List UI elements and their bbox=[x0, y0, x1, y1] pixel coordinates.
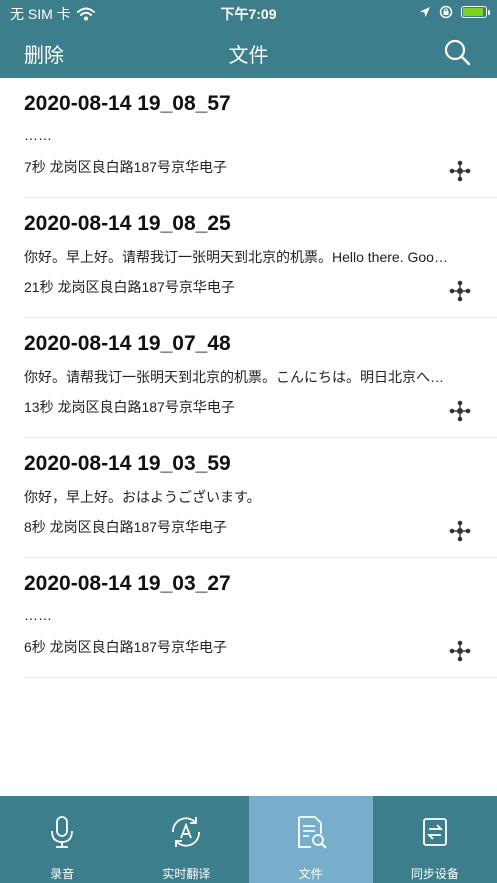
file-transcript: 你好。早上好。请帮我订一张明天到北京的机票。Hello there. Goo… bbox=[24, 249, 448, 265]
file-search-icon bbox=[297, 816, 327, 849]
tab-label: 文件 bbox=[298, 867, 323, 881]
file-title: 2020-08-14 19_03_59 bbox=[24, 452, 231, 475]
file-transcript: …… bbox=[24, 607, 52, 623]
status-right bbox=[419, 5, 490, 19]
file-transcript: …… bbox=[24, 127, 52, 143]
share-icon[interactable] bbox=[449, 160, 471, 182]
share-icon[interactable] bbox=[449, 400, 471, 422]
share-icon[interactable] bbox=[449, 280, 471, 302]
file-list-item[interactable]: 2020-08-14 19_08_57 …… 7秒 龙岗区良白路187号京华电子 bbox=[24, 78, 497, 198]
file-title: 2020-08-14 19_08_25 bbox=[24, 212, 231, 235]
file-meta: 21秒 龙岗区良白路187号京华电子 bbox=[24, 279, 235, 295]
file-transcript: 你好，早上好。おはようございます。 bbox=[24, 489, 261, 505]
file-list: 2020-08-14 19_08_57 …… 7秒 龙岗区良白路187号京华电子… bbox=[0, 78, 497, 678]
lock-rotation-icon bbox=[439, 5, 453, 19]
battery-icon bbox=[461, 6, 490, 18]
status-bar: 无 SIM 卡 下午7:09 bbox=[0, 0, 497, 26]
file-title: 2020-08-14 19_08_57 bbox=[24, 92, 231, 115]
tab-sync-device[interactable]: 同步设备 bbox=[373, 796, 497, 883]
file-list-item[interactable]: 2020-08-14 19_03_59 你好，早上好。おはようございます。 8秒… bbox=[24, 438, 497, 558]
tab-label: 同步设备 bbox=[410, 867, 459, 881]
tab-realtime-translate[interactable]: 实时翻译 bbox=[124, 796, 248, 883]
file-meta: 7秒 龙岗区良白路187号京华电子 bbox=[24, 159, 228, 175]
tab-files[interactable]: 文件 bbox=[248, 796, 373, 883]
location-arrow-icon bbox=[420, 7, 430, 17]
tab-bar: 录音 实时翻译 文件 同步设备 bbox=[0, 796, 497, 883]
tab-record[interactable]: 录音 bbox=[0, 796, 124, 883]
nav-bar: 删除 文件 bbox=[0, 26, 497, 78]
sync-device-icon bbox=[422, 818, 447, 846]
page-title: 文件 bbox=[228, 45, 269, 67]
share-icon[interactable] bbox=[449, 640, 471, 662]
microphone-icon bbox=[51, 816, 74, 848]
file-transcript: 你好。请帮我订一张明天到北京的机票。こんにちは。明日北京へ… bbox=[24, 369, 444, 385]
file-meta: 6秒 龙岗区良白路187号京华电子 bbox=[24, 639, 228, 655]
file-list-item[interactable]: 2020-08-14 19_08_25 你好。早上好。请帮我订一张明天到北京的机… bbox=[24, 198, 497, 318]
battery-level bbox=[463, 8, 483, 16]
tab-label: 实时翻译 bbox=[162, 867, 211, 881]
tab-label: 录音 bbox=[50, 867, 75, 881]
file-title: 2020-08-14 19_03_27 bbox=[24, 572, 231, 595]
file-title: 2020-08-14 19_07_48 bbox=[24, 332, 231, 355]
file-meta: 8秒 龙岗区良白路187号京华电子 bbox=[24, 519, 228, 535]
file-list-item[interactable]: 2020-08-14 19_03_27 …… 6秒 龙岗区良白路187号京华电子 bbox=[24, 558, 497, 678]
search-icon[interactable] bbox=[443, 38, 471, 66]
file-meta: 13秒 龙岗区良白路187号京华电子 bbox=[24, 399, 235, 415]
share-icon[interactable] bbox=[449, 520, 471, 542]
file-list-item[interactable]: 2020-08-14 19_07_48 你好。请帮我订一张明天到北京的机票。こん… bbox=[24, 318, 497, 438]
translate-icon bbox=[172, 817, 201, 847]
